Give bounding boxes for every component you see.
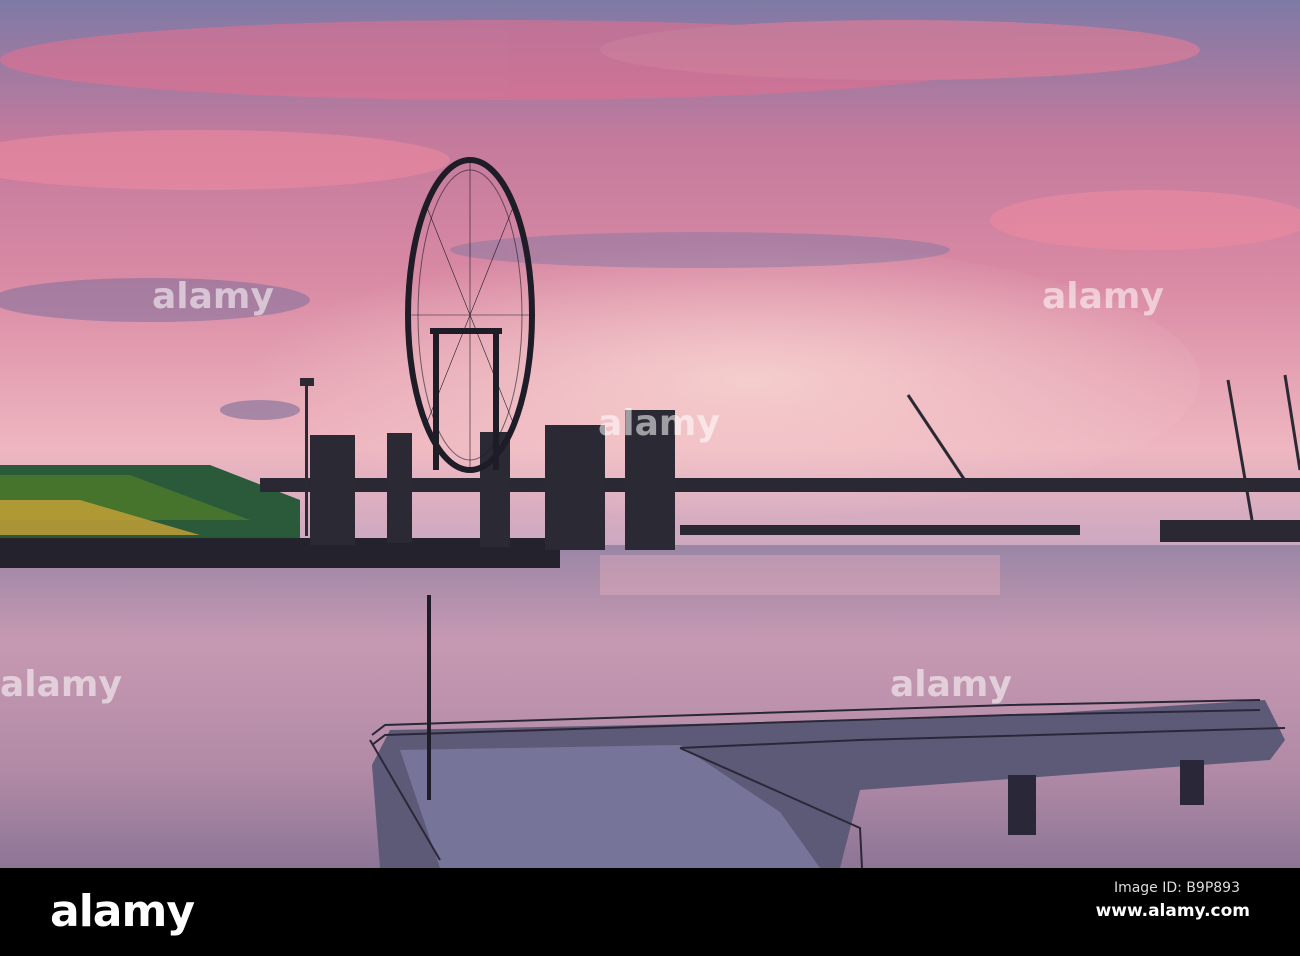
ferris-wheel xyxy=(405,157,535,473)
image-id: Image ID: B9P893 xyxy=(1113,880,1240,896)
website-link[interactable]: www.alamy.com xyxy=(1096,901,1250,921)
bridge xyxy=(260,478,1300,492)
stock-photo: alamy alamy alamy alamy alamy alamy Imag… xyxy=(0,0,1300,956)
sunset-photo xyxy=(0,0,1300,868)
alamy-logo: alamy xyxy=(50,886,195,937)
footer-bar: alamy Image ID: B9P893 www.alamy.com xyxy=(0,868,1300,956)
